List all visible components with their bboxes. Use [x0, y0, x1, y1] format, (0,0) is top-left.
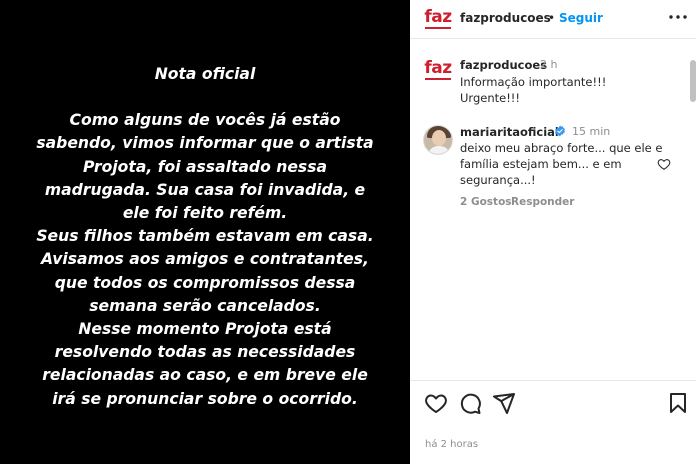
avatar-body — [428, 146, 450, 154]
story-line: Projota, foi assaltado nessa — [82, 157, 327, 176]
story-line: sabendo, vimos informar que o artista — [36, 134, 374, 153]
comment-text-line: segurança...! — [460, 173, 536, 187]
header-username-link[interactable]: fazproducoes — [460, 11, 551, 25]
story-text: Nota oficial Como alguns de vocês já est… — [0, 63, 410, 411]
comment-like-heart-icon[interactable] — [657, 157, 671, 171]
comment-text-line: deixo meu abraço forte... que ele e — [460, 141, 663, 155]
comment-reply-button[interactable]: Responder — [511, 196, 574, 208]
comment-bubble-icon[interactable] — [458, 391, 482, 415]
more-horizontal-icon[interactable] — [666, 4, 690, 30]
post-panel: faz fazproducoes • Seguir faz fazproduco… — [410, 0, 696, 464]
comment-time[interactable]: 15 min — [572, 125, 610, 138]
post-actions: há 2 horas — [410, 380, 696, 465]
comments-scrollbar-thumb[interactable] — [690, 60, 696, 102]
story-line: que todos os compromissos dessa — [54, 273, 356, 292]
like-heart-icon[interactable] — [424, 391, 448, 415]
logo-underline — [425, 27, 451, 29]
story-line: Como alguns de vocês já estão — [69, 111, 341, 130]
post-timestamp[interactable]: há 2 horas — [425, 439, 478, 450]
caption-avatar-logo[interactable]: faz — [423, 58, 453, 82]
follow-button[interactable]: Seguir — [559, 11, 603, 25]
story-line: Nota oficial — [154, 65, 256, 83]
comment-text-line: família estejam bem... e em — [460, 157, 622, 171]
story-line-gap — [0, 86, 410, 109]
commenter-avatar[interactable] — [423, 125, 453, 155]
story-line: semana serão cancelados. — [89, 296, 321, 315]
story-line: Nesse momento Projota está — [78, 320, 332, 339]
caption-text-line: Informação importante!!! — [460, 75, 607, 89]
story-line: madrugada. Sua casa foi invadida, e — [44, 180, 366, 199]
story-line: resolvendo todas as necessidades — [54, 343, 356, 362]
logo-text: faz — [424, 58, 452, 78]
story-line: Avisamos aos amigos e contratantes, — [41, 250, 369, 269]
story-line: relacionadas ao caso, e em breve ele — [42, 366, 368, 385]
comment-likes-count[interactable]: 2 Gostos — [460, 196, 512, 208]
comments-area[interactable]: faz fazproducoes 2 h Informação importan… — [410, 39, 696, 379]
caption-username-link[interactable]: fazproducoes — [460, 58, 547, 72]
share-paper-plane-icon[interactable] — [492, 391, 516, 415]
verified-badge-icon — [555, 125, 565, 137]
avatar-face — [432, 130, 446, 146]
post-header: faz fazproducoes • Seguir — [410, 0, 696, 39]
logo-text: faz — [424, 7, 452, 27]
post-media[interactable]: Nota oficial Como alguns de vocês já est… — [0, 0, 410, 464]
save-bookmark-icon[interactable] — [666, 391, 690, 415]
story-line: irá se pronunciar sobre o ocorrido. — [52, 389, 358, 408]
caption-text-line: Urgente!!! — [460, 91, 521, 105]
caption-time[interactable]: 2 h — [540, 58, 557, 71]
logo-underline — [425, 78, 451, 80]
profile-avatar-logo[interactable]: faz — [423, 7, 453, 31]
comment-username-link[interactable]: mariaritaoficial — [460, 125, 559, 139]
header-separator: • — [548, 11, 556, 25]
story-line: Seus filhos também estavam em casa. — [36, 227, 374, 246]
story-line: ele foi feito refém. — [122, 204, 288, 223]
